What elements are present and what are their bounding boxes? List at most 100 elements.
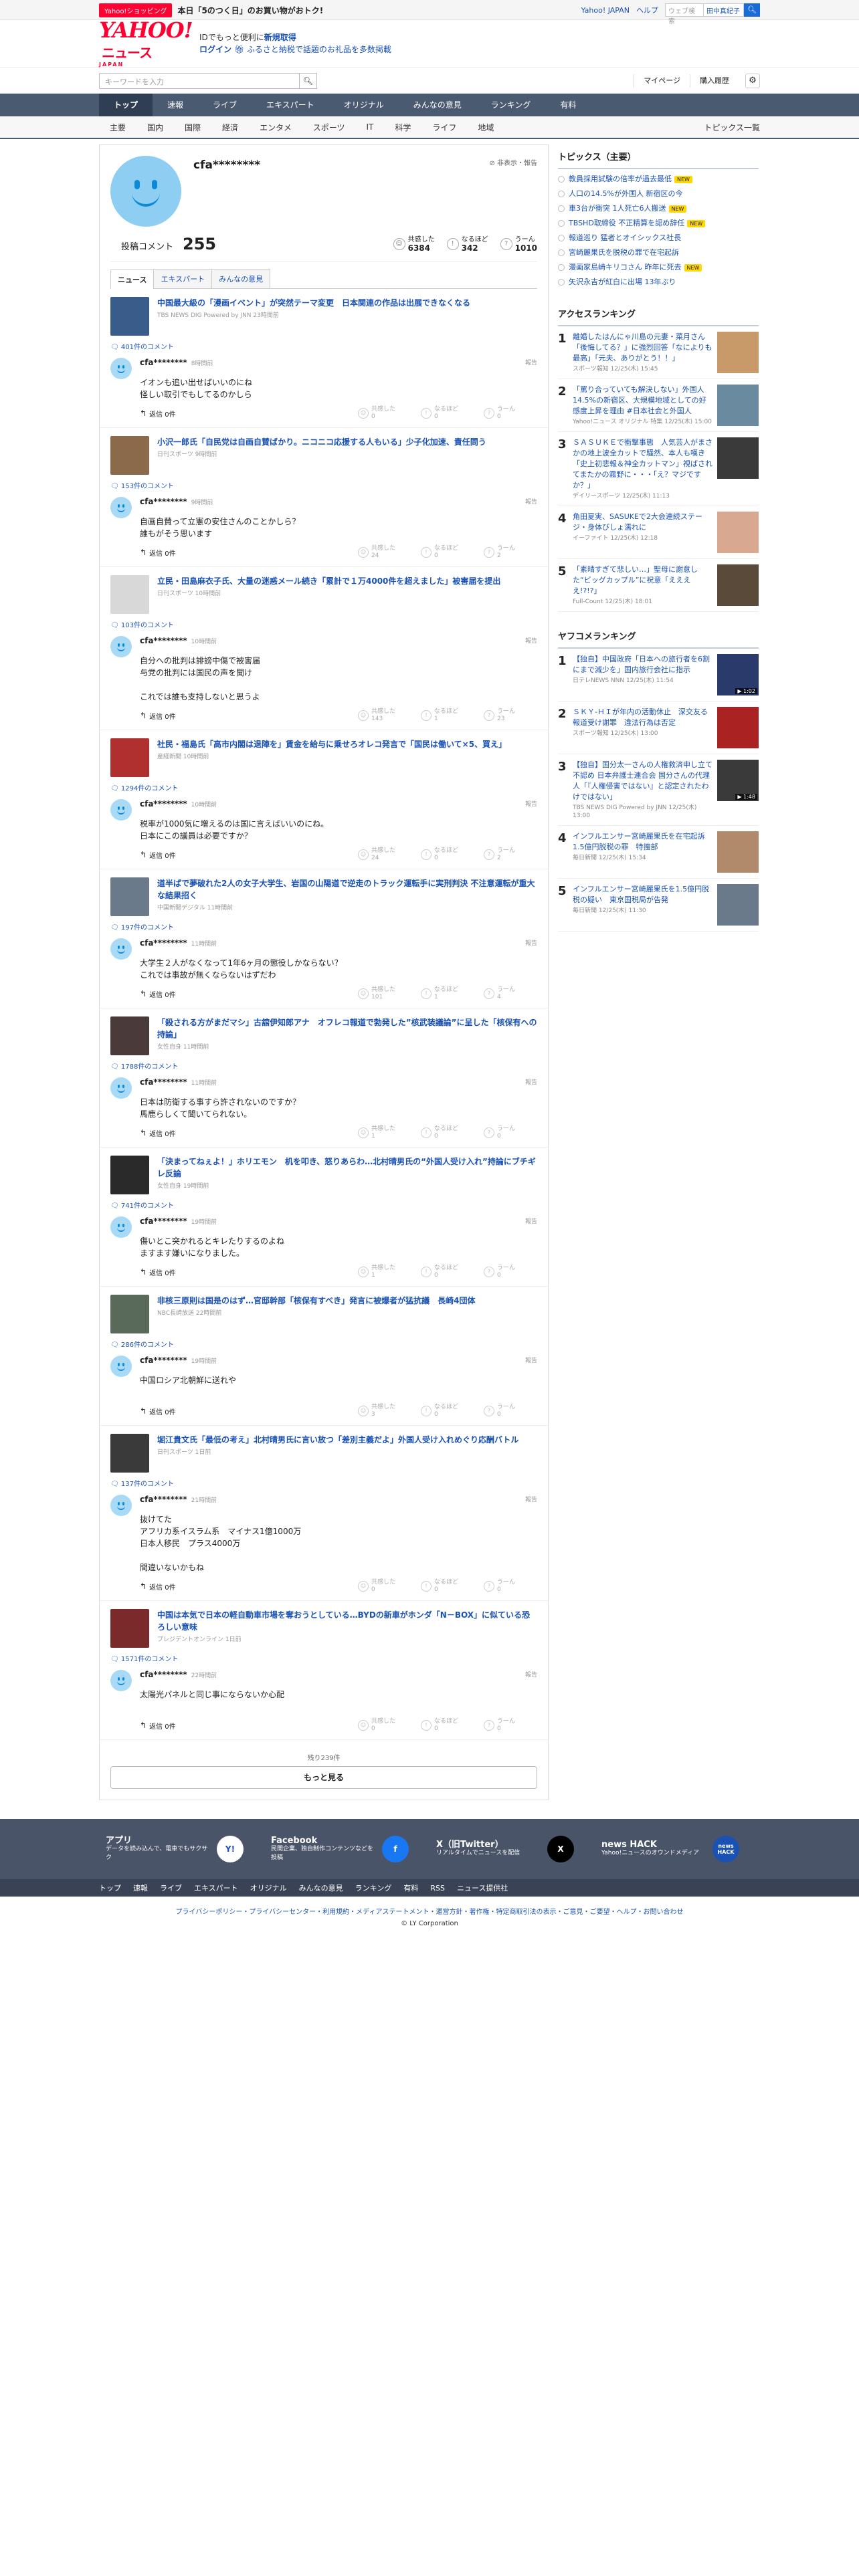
article-title[interactable]: 非核三原則は国是のはず…官邸幹部「核保有すべき」発言に被爆者が猛抗議 長崎4団体 bbox=[157, 1295, 476, 1307]
comment-user[interactable]: cfa******** 10時間前 bbox=[140, 636, 537, 645]
ranking-item[interactable]: 4 角田夏実、SASUKEで2大会連続ステージ・身体びしょ濡れに イーファイト 12… bbox=[558, 506, 759, 559]
comment-user[interactable]: cfa******** 9時間前 bbox=[140, 497, 537, 506]
comment-user[interactable]: cfa******** 19時間前 bbox=[140, 1356, 537, 1365]
reaction-button[interactable]: ☺ 共感した 1 bbox=[358, 1125, 411, 1140]
reaction-button[interactable]: ? うーん 0 bbox=[484, 1265, 537, 1279]
tab-1[interactable]: エキスパート bbox=[153, 269, 213, 288]
topic-item[interactable]: 教員採用試験の倍率が過去最低 NEW bbox=[558, 172, 759, 187]
report-link[interactable]: 報告 bbox=[525, 799, 537, 808]
purchase-history-link[interactable]: 購入履歴 bbox=[690, 74, 739, 88]
reaction-button[interactable]: ☺ 共感した 101 bbox=[358, 986, 411, 1001]
reply-button[interactable]: ↰ 返信 0件 bbox=[140, 1582, 176, 1592]
report-link[interactable]: 報告 bbox=[525, 1216, 537, 1225]
report-link[interactable]: 報告 bbox=[525, 1670, 537, 1679]
nav-1[interactable]: 速報 bbox=[153, 94, 198, 116]
footer-nav-3[interactable]: エキスパート bbox=[194, 1883, 238, 1893]
article-title[interactable]: 社民・福島氏「高市内閣は退陣を」賃金を給与に乗せろオレコ発言で「国民は働いて×5… bbox=[157, 738, 506, 750]
comment-user[interactable]: cfa******** 11時間前 bbox=[140, 938, 537, 948]
comment-count-link[interactable]: 🗨︎ 1571件のコメント bbox=[110, 1653, 537, 1663]
comment-count-link[interactable]: 🗨︎ 401件のコメント bbox=[110, 341, 537, 351]
nav-0[interactable]: トップ bbox=[99, 94, 153, 116]
mypage-link[interactable]: マイページ bbox=[634, 74, 690, 88]
topic-item[interactable]: 車3台が衝突 1人死亡6人搬送 NEW bbox=[558, 201, 759, 216]
article-link[interactable]: 社民・福島氏「高市内閣は退陣を」賃金を給与に乗せろオレコ発言で「国民は働いて×5… bbox=[110, 738, 537, 777]
comment-count-link[interactable]: 🗨︎ 197件のコメント bbox=[110, 922, 537, 932]
reaction-button[interactable]: ? うーん 0 bbox=[484, 1718, 537, 1733]
reaction-button[interactable]: ☺ 共感した 0 bbox=[358, 406, 411, 421]
article-link[interactable]: 中国最大級の「漫画イベント」が突然テーマ変更 日本関連の作品は出展できなくなる T… bbox=[110, 297, 537, 336]
comment-user[interactable]: cfa******** 8時間前 bbox=[140, 358, 537, 367]
reaction-button[interactable]: ? うーん 23 bbox=[484, 708, 537, 723]
category-4[interactable]: エンタメ bbox=[249, 122, 302, 133]
reply-button[interactable]: ↰ 返信 0件 bbox=[140, 548, 176, 558]
signup-link[interactable]: 新規取得 bbox=[264, 33, 296, 42]
search-icon[interactable]: 🔍︎ bbox=[744, 3, 760, 17]
footer-nav-0[interactable]: トップ bbox=[99, 1883, 121, 1893]
reply-button[interactable]: ↰ 返信 0件 bbox=[140, 409, 176, 419]
footer-nav-6[interactable]: ランキング bbox=[355, 1883, 392, 1893]
reaction-button[interactable]: ☺ 共感した 0 bbox=[358, 1579, 411, 1594]
report-link[interactable]: 報告 bbox=[525, 1495, 537, 1503]
reaction-button[interactable]: ? うーん 2 bbox=[484, 545, 537, 560]
ranking-item[interactable]: 1 離婚したはんにゃ川島の元妻・菜月さん「後悔してる？」に強烈回答「なによりも最高… bbox=[558, 326, 759, 379]
article-link[interactable]: 道半ばで夢破れた2人の女子大学生、岩国の山陽道で逆走のトラック運転手に実刑判決 … bbox=[110, 877, 537, 916]
article-title[interactable]: 中国は本気で日本の軽自動車市場を奪おうとしている…BYDの新車がホンダ「N－BO… bbox=[157, 1609, 537, 1633]
reaction-button[interactable]: ? うーん 4 bbox=[484, 986, 537, 1001]
nav-6[interactable]: ランキング bbox=[476, 94, 546, 116]
footer-links[interactable]: プライバシーポリシー・プライバシーセンター・利用規約・メディアステートメント・運… bbox=[0, 1906, 859, 1916]
reaction-button[interactable]: ! なるほど 0 bbox=[421, 1265, 474, 1279]
reaction-button[interactable]: ☺ 共感した 3 bbox=[358, 1404, 411, 1418]
reaction-button[interactable]: ! なるほど 0 bbox=[421, 1579, 474, 1594]
report-link[interactable]: 報告 bbox=[525, 497, 537, 506]
category-7[interactable]: 科学 bbox=[384, 122, 421, 133]
reaction-button[interactable]: ! なるほど 0 bbox=[421, 847, 474, 862]
reaction-button[interactable]: ! なるほど 1 bbox=[421, 708, 474, 723]
reply-button[interactable]: ↰ 返信 0件 bbox=[140, 850, 176, 860]
web-search-input[interactable]: ウェブ検索 bbox=[665, 3, 704, 25]
comment-count-link[interactable]: 🗨︎ 103件のコメント bbox=[110, 619, 537, 629]
nav-7[interactable]: 有料 bbox=[545, 94, 591, 116]
keyword-search-input[interactable]: キーワードを入力 bbox=[99, 73, 300, 89]
reaction-button[interactable]: ! なるほど 1 bbox=[421, 986, 474, 1001]
ranking-item[interactable]: 3 【独自】国分太一さんの人権救済申し立て不認め 日本弁護士連合会 国分さんの代理… bbox=[558, 754, 759, 826]
article-title[interactable]: 「殺される方がまだマシ」古舘伊知郎アナ オフレコ報道で勃発した”核武装議論”に呈… bbox=[157, 1016, 537, 1041]
reaction-button[interactable]: ☺ 共感した 1 bbox=[358, 1265, 411, 1279]
topic-item[interactable]: 漫画家島崎キリコさん 昨年に死去 NEW bbox=[558, 260, 759, 275]
reaction-button[interactable]: ☺ 共感した 24 bbox=[358, 847, 411, 862]
category-2[interactable]: 国際 bbox=[174, 122, 211, 133]
footer-nav-4[interactable]: オリジナル bbox=[250, 1883, 287, 1893]
ranking-item[interactable]: 2 「罵り合っていても解決しない」外国人14.5%の新宿区、大規模地域としての好感… bbox=[558, 379, 759, 432]
article-link[interactable]: 「殺される方がまだマシ」古舘伊知郎アナ オフレコ報道で勃発した”核武装議論”に呈… bbox=[110, 1016, 537, 1055]
reaction-button[interactable]: ? うーん 0 bbox=[484, 406, 537, 421]
category-8[interactable]: ライフ bbox=[421, 122, 467, 133]
article-title[interactable]: 道半ばで夢破れた2人の女子大学生、岩国の山陽道で逆走のトラック運転手に実刑判決 … bbox=[157, 877, 537, 901]
reaction-button[interactable]: ! なるほど 0 bbox=[421, 1718, 474, 1733]
article-title[interactable]: 堀江貴文氏「最低の考え」北村晴男氏に言い放つ「差別主義だよ」外国人受け入れめぐり… bbox=[157, 1434, 518, 1446]
app-promo[interactable]: X（旧Twitter） リアルタイムでニュースを配信 X bbox=[430, 1836, 595, 1862]
footer-nav-9[interactable]: ニュース提供社 bbox=[457, 1883, 508, 1893]
article-link[interactable]: 堀江貴文氏「最低の考え」北村晴男氏に言い放つ「差別主義だよ」外国人受け入れめぐり… bbox=[110, 1434, 537, 1473]
reaction-button[interactable]: ☺ 共感した 24 bbox=[358, 545, 411, 560]
nav-3[interactable]: エキスパート bbox=[252, 94, 329, 116]
report-link[interactable]: 報告 bbox=[525, 636, 537, 645]
ranking-item[interactable]: 3 ＳＡＳＵＫＥで衝撃事態 人気芸人がまさかの地上波全カットで騒然、本人も嘆き「史… bbox=[558, 432, 759, 506]
topic-item[interactable]: 矢沢永吉が紅白に出場 13年ぶり bbox=[558, 275, 759, 290]
category-0[interactable]: 主要 bbox=[99, 122, 136, 133]
ranking-item[interactable]: 5 「素晴すぎて悲しい…」聖母に謝意した“ビッグカップル”に祝意「ええええ!?!?… bbox=[558, 559, 759, 612]
shopping-promo[interactable]: 本日「5のつく日」のお買い物がおトク! bbox=[177, 5, 323, 16]
reaction-button[interactable]: ☺ 共感した 0 bbox=[358, 1718, 411, 1733]
login-link[interactable]: ログイン bbox=[199, 45, 231, 54]
reaction-button[interactable]: ☺ 共感した 143 bbox=[358, 708, 411, 723]
comment-user[interactable]: cfa******** 19時間前 bbox=[140, 1216, 537, 1226]
reaction-button[interactable]: ? うーん 0 bbox=[484, 1404, 537, 1418]
article-title[interactable]: 小沢一郎氏「自民党は自画自賛ばかり。ニコニコ応援する人もいる」少子化加速、責任問… bbox=[157, 436, 486, 448]
yahoo-japan-link[interactable]: Yahoo! JAPAN bbox=[581, 6, 630, 15]
reaction-button[interactable]: ? うーん 0 bbox=[484, 1579, 537, 1594]
ranking-item[interactable]: 2 ＳＫＹ-ＨＩが年内の活動休止 深交友る報道受け謝罪 違法行為は否定 スポーツ報知… bbox=[558, 702, 759, 754]
comment-count-link[interactable]: 🗨︎ 153件のコメント bbox=[110, 480, 537, 490]
app-promo[interactable]: アプリ データを読み込んで、電車でもサクサク Y! bbox=[99, 1836, 264, 1862]
reaction-button[interactable]: ? うーん 0 bbox=[484, 1125, 537, 1140]
footer-nav-2[interactable]: ライブ bbox=[160, 1883, 182, 1893]
reaction-button[interactable]: ! なるほど 0 bbox=[421, 545, 474, 560]
comment-user[interactable]: cfa******** 11時間前 bbox=[140, 1077, 537, 1087]
